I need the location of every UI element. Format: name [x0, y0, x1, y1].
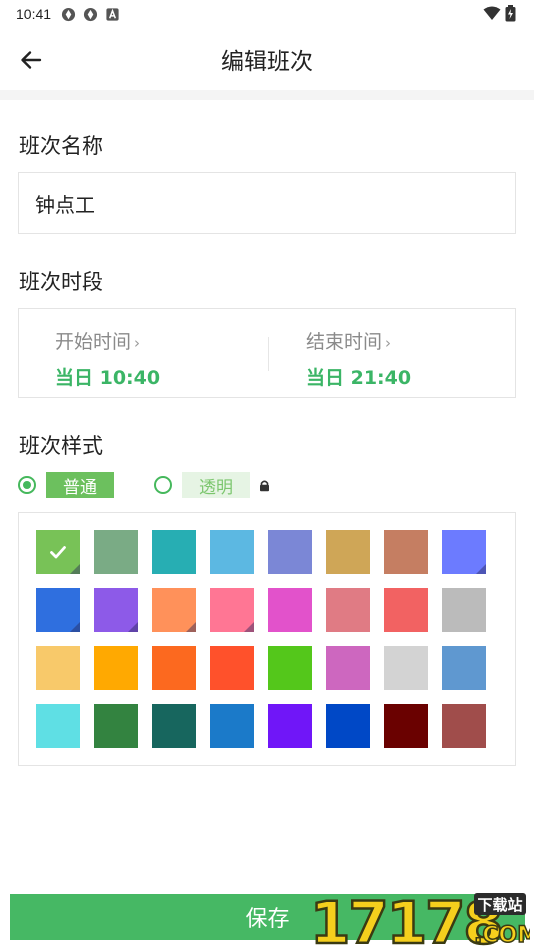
swatch-corner-mark	[128, 622, 138, 632]
color-swatch[interactable]	[384, 704, 428, 748]
color-swatch[interactable]	[384, 646, 428, 690]
status-time: 10:41	[16, 6, 52, 22]
color-swatch[interactable]	[152, 646, 196, 690]
color-swatch[interactable]	[94, 646, 138, 690]
site-watermark-logo: 17178 下载站 .COM	[309, 888, 530, 949]
color-swatch[interactable]	[384, 588, 428, 632]
shift-name-input[interactable]	[35, 191, 515, 215]
color-swatch[interactable]	[210, 646, 254, 690]
back-button[interactable]	[12, 41, 50, 79]
color-swatch[interactable]	[94, 530, 138, 574]
chevron-right-icon: ›	[385, 334, 392, 352]
color-swatch[interactable]	[36, 704, 80, 748]
end-time-value: 当日 21:40	[306, 367, 412, 389]
color-swatch[interactable]	[152, 704, 196, 748]
lock-icon	[260, 480, 269, 491]
color-swatch[interactable]	[152, 530, 196, 574]
arrow-left-icon	[21, 51, 42, 69]
color-swatch[interactable]	[442, 704, 486, 748]
shift-name-field[interactable]	[18, 172, 516, 234]
svg-text:下载站: 下载站	[477, 896, 522, 914]
swatch-corner-mark	[70, 564, 80, 574]
color-swatch[interactable]	[442, 588, 486, 632]
start-time-value: 当日 10:40	[55, 367, 161, 389]
swatch-corner-mark	[70, 622, 80, 632]
color-swatch[interactable]	[268, 530, 312, 574]
radio-button-transparent[interactable]	[154, 476, 172, 494]
color-swatch[interactable]	[268, 704, 312, 748]
color-swatch[interactable]	[36, 646, 80, 690]
battery-icon	[505, 5, 516, 22]
style-tag-normal: 普通	[46, 472, 114, 498]
app-bar: 编辑班次	[0, 28, 534, 90]
style-option-transparent[interactable]: 透明	[154, 472, 271, 498]
notification-icon	[106, 7, 119, 21]
swatch-corner-mark	[476, 564, 486, 574]
style-tag-transparent: 透明	[182, 472, 250, 498]
swatch-corner-mark	[244, 622, 254, 632]
color-swatch[interactable]	[94, 704, 138, 748]
color-palette	[18, 512, 516, 766]
shift-period-box: 开始时间 › 当日 10:40 结束时间 › 当日 21:40	[18, 308, 516, 398]
color-swatch[interactable]	[268, 588, 312, 632]
radio-dot	[23, 481, 31, 489]
color-swatch[interactable]	[152, 588, 196, 632]
shift-style-label: 班次样式	[19, 434, 103, 458]
color-swatch[interactable]	[210, 588, 254, 632]
header-divider	[0, 90, 534, 100]
color-swatch[interactable]	[36, 530, 80, 574]
color-swatch[interactable]	[210, 704, 254, 748]
shift-name-label: 班次名称	[19, 134, 103, 158]
status-bar: 10:41	[0, 0, 534, 28]
color-swatch[interactable]	[268, 646, 312, 690]
time-separator	[268, 337, 269, 371]
color-swatch[interactable]	[326, 646, 370, 690]
end-time-caption: 结束时间	[306, 331, 383, 353]
color-swatch[interactable]	[326, 704, 370, 748]
start-time-caption-row: 开始时间 ›	[55, 327, 140, 354]
color-swatch[interactable]	[94, 588, 138, 632]
swatch-corner-mark	[186, 622, 196, 632]
radio-button-normal[interactable]	[18, 476, 36, 494]
color-swatch[interactable]	[442, 530, 486, 574]
app-icon	[83, 7, 98, 21]
shift-period-label: 班次时段	[19, 270, 103, 294]
page-title: 编辑班次	[221, 49, 313, 75]
svg-text:.COM: .COM	[474, 923, 530, 948]
wifi-icon	[483, 6, 501, 20]
color-swatch[interactable]	[36, 588, 80, 632]
color-swatch[interactable]	[384, 530, 428, 574]
chevron-right-icon: ›	[134, 334, 141, 352]
color-swatch[interactable]	[210, 530, 254, 574]
color-swatch[interactable]	[442, 646, 486, 690]
status-right	[483, 5, 516, 22]
end-time-caption-row: 结束时间 ›	[306, 327, 391, 354]
start-time-caption: 开始时间	[55, 331, 132, 353]
color-swatch[interactable]	[326, 588, 370, 632]
checkmark-icon	[50, 546, 66, 559]
style-option-normal[interactable]: 普通	[18, 472, 114, 498]
app-icon	[61, 7, 76, 21]
color-swatch[interactable]	[326, 530, 370, 574]
